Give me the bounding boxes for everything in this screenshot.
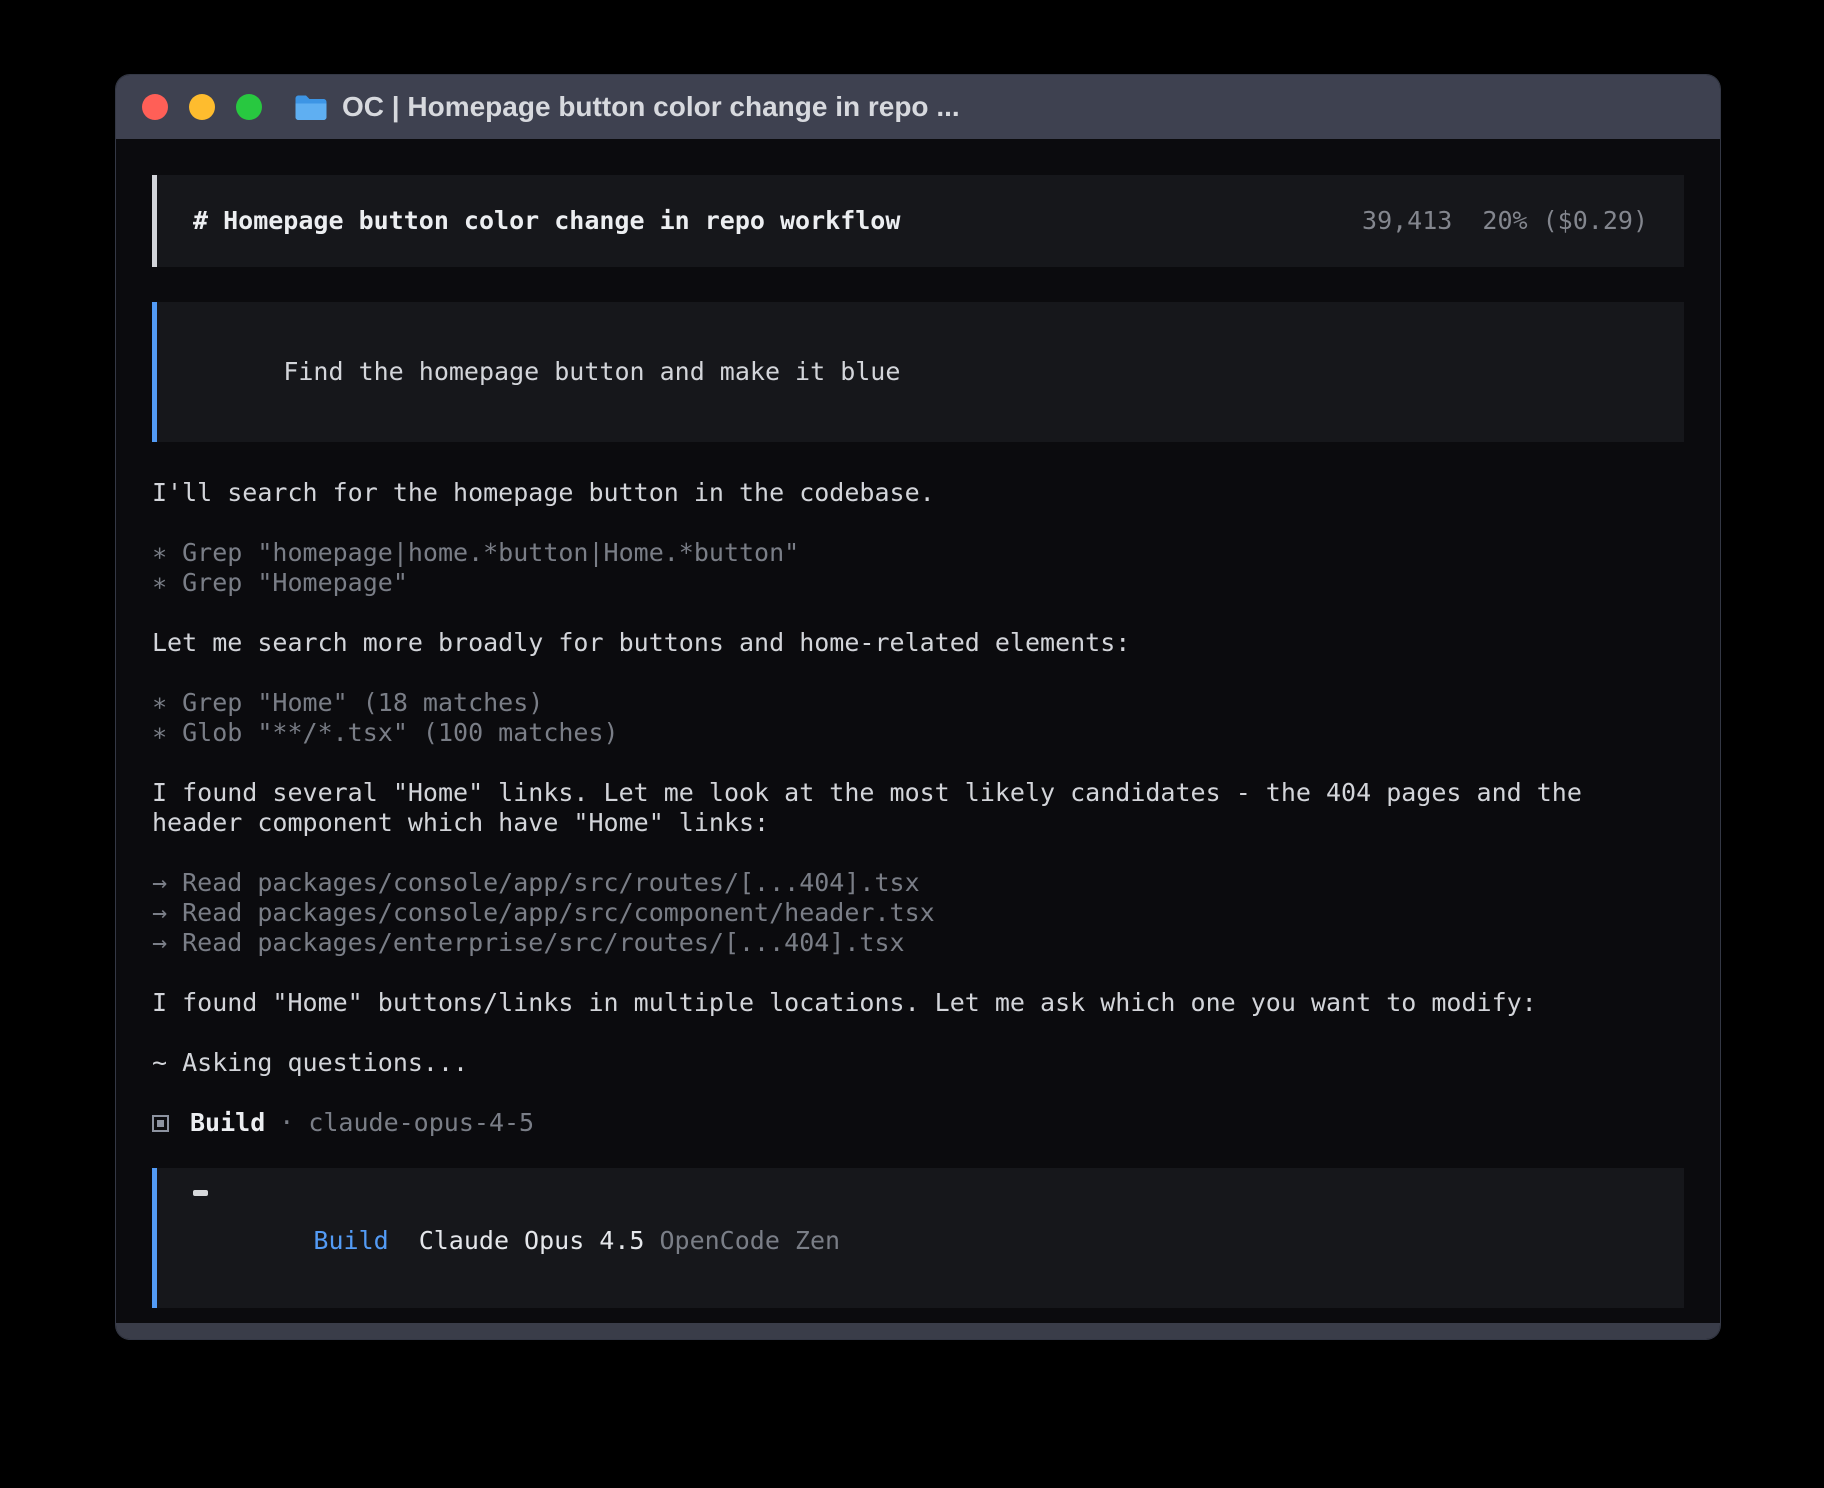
tool-call-line: ∗ Grep "homepage|home.*button|Home.*butt… xyxy=(152,538,1684,568)
transcript-line: I found "Home" buttons/links in multiple… xyxy=(152,988,1684,1018)
tool-call-group: ∗ Grep "homepage|home.*button|Home.*butt… xyxy=(152,538,1684,598)
agent-separator: · xyxy=(279,1108,294,1138)
assistant-paragraph: I found several "Home" links. Let me loo… xyxy=(152,778,1684,838)
provider-label: OpenCode Zen xyxy=(659,1226,840,1255)
minimize-button[interactable] xyxy=(189,94,215,120)
transcript-line: header component which have "Home" links… xyxy=(152,808,1684,838)
agent-mode-label[interactable]: Build xyxy=(313,1226,388,1255)
tool-call-group: ∗ Grep "Home" (18 matches) ∗ Glob "**/*.… xyxy=(152,688,1684,748)
terminal-content: # Homepage button color change in repo w… xyxy=(116,139,1720,1339)
tool-call-line: ∗ Grep "Homepage" xyxy=(152,568,1684,598)
transcript-line: ~ Asking questions... xyxy=(152,1048,1684,1078)
tool-call-group: → Read packages/console/app/src/routes/[… xyxy=(152,868,1684,958)
traffic-lights xyxy=(142,94,262,120)
transcript-line: Let me search more broadly for buttons a… xyxy=(152,628,1684,658)
window-bottom-edge xyxy=(116,1323,1720,1339)
tool-call-line: → Read packages/console/app/src/componen… xyxy=(152,898,1684,928)
close-button[interactable] xyxy=(142,94,168,120)
terminal-window: OC | Homepage button color change in rep… xyxy=(116,75,1720,1339)
transcript-line: I'll search for the homepage button in t… xyxy=(152,478,1684,508)
folder-icon xyxy=(294,94,328,121)
agent-square-icon xyxy=(152,1115,169,1132)
model-label[interactable]: Claude Opus 4.5 xyxy=(419,1226,645,1255)
tool-call-line: ∗ Grep "Home" (18 matches) xyxy=(152,688,1684,718)
assistant-paragraph: Let me search more broadly for buttons a… xyxy=(152,628,1684,658)
assistant-paragraph: I found "Home" buttons/links in multiple… xyxy=(152,988,1684,1018)
titlebar[interactable]: OC | Homepage button color change in rep… xyxy=(116,75,1720,139)
assistant-paragraph: I'll search for the homepage button in t… xyxy=(152,478,1684,508)
session-header: # Homepage button color change in repo w… xyxy=(152,175,1684,267)
prompt-input[interactable]: Build Claude Opus 4.5 OpenCode Zen xyxy=(152,1168,1684,1308)
input-status-line: Build Claude Opus 4.5 OpenCode Zen xyxy=(193,1196,1648,1286)
tool-call-line: → Read packages/console/app/src/routes/[… xyxy=(152,868,1684,898)
agent-status: Build · claude-opus-4-5 xyxy=(152,1108,1684,1138)
tool-call-line: ∗ Glob "**/*.tsx" (100 matches) xyxy=(152,718,1684,748)
session-title: # Homepage button color change in repo w… xyxy=(193,206,900,236)
user-message: Find the homepage button and make it blu… xyxy=(152,302,1684,442)
agent-model: claude-opus-4-5 xyxy=(308,1108,534,1138)
user-message-text: Find the homepage button and make it blu… xyxy=(283,357,900,386)
agent-name: Build xyxy=(190,1108,265,1138)
window-title: OC | Homepage button color change in rep… xyxy=(342,91,960,123)
session-stats: 39,413 20% ($0.29) xyxy=(1362,206,1648,236)
zoom-button[interactable] xyxy=(236,94,262,120)
tool-call-line: → Read packages/enterprise/src/routes/[.… xyxy=(152,928,1684,958)
transcript: I'll search for the homepage button in t… xyxy=(152,478,1684,1138)
transcript-line: I found several "Home" links. Let me loo… xyxy=(152,778,1684,808)
assistant-paragraph: ~ Asking questions... xyxy=(152,1048,1684,1078)
